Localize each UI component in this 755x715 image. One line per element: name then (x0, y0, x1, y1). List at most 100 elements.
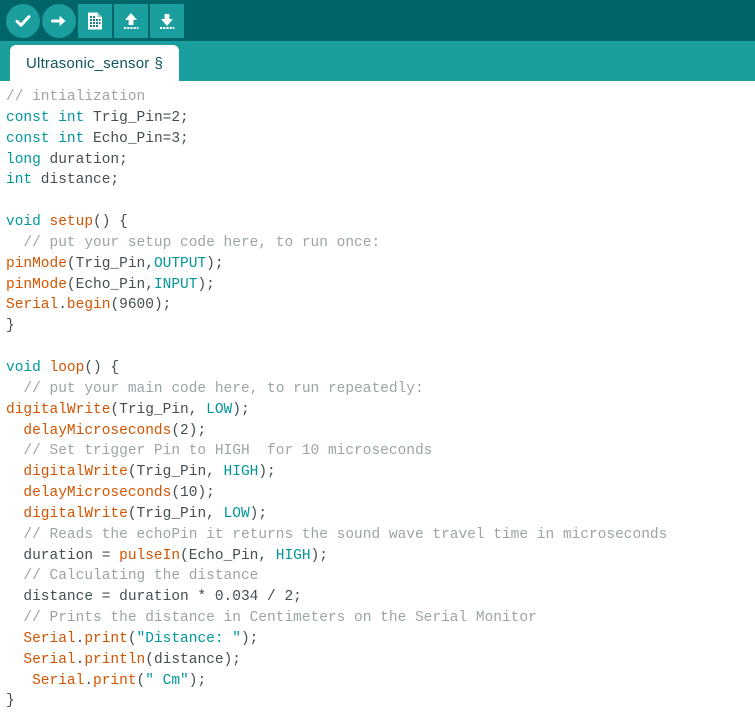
arrow-down-icon (156, 10, 178, 32)
code-token-keyword: void (6, 214, 50, 231)
code-token-fn: loop (49, 359, 85, 376)
code-token-keyword: " Cm" (145, 672, 189, 689)
code-token-comment: // put your main code here, to run repea… (6, 380, 424, 397)
code-line: pinMode(Trig_Pin,OUTPUT); (6, 254, 755, 275)
code-token-keyword: HIGH (275, 547, 311, 564)
code-token-fn: Serial (32, 672, 85, 689)
code-token-id: ); (232, 401, 250, 418)
code-token-id: } (6, 693, 15, 710)
code-token-comment: // Prints the distance in Centimeters on… (6, 610, 537, 627)
open-button[interactable] (114, 3, 148, 38)
code-token-id: } (6, 318, 15, 335)
code-token-id (6, 506, 23, 522)
tab-bar: Ultrasonic_sensor § (0, 41, 755, 81)
code-token-fn: println (84, 651, 146, 668)
new-button[interactable] (78, 3, 112, 38)
code-token-id: () { (84, 359, 120, 376)
code-line: // put your main code here, to run repea… (6, 379, 755, 400)
code-line: } (6, 691, 755, 712)
code-token-id: ( (127, 630, 137, 647)
code-token-keyword: INPUT (153, 276, 198, 293)
code-token-id: ); (258, 464, 276, 481)
code-token-id: (10); (171, 485, 215, 502)
code-token-id: (Trig_Pin, (66, 255, 154, 272)
code-token-id: . (58, 297, 67, 314)
code-token-id: (9600); (110, 297, 172, 314)
code-token-comment: // Reads the echoPin it returns the soun… (6, 526, 668, 543)
code-token-keyword: "Distance: " (136, 630, 241, 647)
code-token-id (6, 464, 23, 480)
code-token-fn: Serial (6, 297, 59, 314)
code-token-id: ); (310, 547, 328, 564)
code-line: void loop() { (6, 358, 755, 379)
code-token-keyword: LOW (206, 401, 233, 418)
tab-modified-marker: § (154, 54, 163, 72)
code-line: const int Echo_Pin=3; (6, 129, 755, 150)
code-token-keyword: HIGH (223, 464, 259, 481)
code-token-fn: pulseIn (119, 547, 181, 564)
code-line: Serial.println(distance); (6, 650, 755, 671)
verify-button[interactable] (6, 3, 40, 38)
code-line: duration = pulseIn(Echo_Pin, HIGH); (6, 546, 755, 567)
code-line: Serial.begin(9600); (6, 295, 755, 316)
code-token-id (6, 631, 23, 647)
arrow-right-circle-icon (48, 10, 70, 32)
code-line: // put your setup code here, to run once… (6, 233, 755, 254)
code-token-id (6, 423, 23, 439)
code-token-keyword: const int (6, 109, 85, 126)
code-token-id: (2); (171, 422, 207, 439)
code-token-id: . (84, 672, 94, 689)
code-token-fn: begin (66, 297, 111, 314)
code-line: delayMicroseconds(10); (6, 483, 755, 504)
code-line: delayMicroseconds(2); (6, 421, 755, 442)
code-token-id: Trig_Pin=2; (84, 109, 189, 126)
code-token-id: (Echo_Pin, (66, 276, 154, 293)
code-token-keyword: const int (6, 130, 85, 147)
code-line: digitalWrite(Trig_Pin, LOW); (6, 400, 755, 421)
new-document-icon (84, 10, 106, 32)
code-token-id: () { (93, 214, 128, 231)
upload-button[interactable] (42, 3, 76, 38)
code-line: Serial.print(" Cm"); (6, 671, 755, 692)
tab-label: Ultrasonic_sensor (26, 54, 150, 72)
code-token-fn: pinMode (6, 255, 67, 272)
tab-ultrasonic-sensor[interactable]: Ultrasonic_sensor § (10, 45, 179, 81)
code-line: digitalWrite(Trig_Pin, HIGH); (6, 462, 755, 483)
code-token-id: duration; (40, 151, 128, 168)
code-text[interactable]: // intialization const int Trig_Pin=2; con… (6, 87, 755, 712)
code-line: pinMode(Echo_Pin,INPUT); (6, 275, 755, 296)
code-token-comment: // intialization (6, 89, 146, 105)
code-token-id: ); (188, 672, 207, 689)
code-token-keyword: OUTPUT (153, 255, 207, 272)
code-token-comment: // Calculating the distance (6, 568, 259, 585)
code-line: distance = duration * 0.034 / 2; (6, 587, 755, 608)
code-token-keyword: int (6, 172, 33, 189)
code-token-fn: digitalWrite (23, 505, 128, 522)
code-line: // intialization (6, 87, 755, 108)
code-token-fn: print (93, 672, 137, 689)
code-token-id: (Trig_Pin, (127, 464, 224, 481)
code-line: digitalWrite(Trig_Pin, LOW); (6, 504, 755, 525)
code-line: // Reads the echoPin it returns the soun… (6, 525, 755, 546)
code-token-fn: delayMicroseconds (23, 422, 172, 439)
code-line: // Set trigger Pin to HIGH for 10 micros… (6, 441, 755, 462)
code-line: // Calculating the distance (6, 566, 755, 587)
code-token-id (6, 652, 23, 668)
code-token-id: (Echo_Pin, (180, 547, 276, 564)
code-token-id: ); (240, 630, 259, 647)
code-line: // Prints the distance in Centimeters on… (6, 608, 755, 629)
code-token-id: ); (249, 505, 268, 522)
code-token-id: Echo_Pin=3; (84, 130, 189, 147)
code-line: } (6, 316, 755, 337)
code-token-id (6, 673, 32, 689)
code-token-fn: setup (49, 214, 94, 231)
code-token-keyword: long (6, 151, 41, 168)
code-token-id: ( (136, 672, 146, 689)
code-token-id (6, 485, 23, 501)
code-line: int distance; (6, 170, 755, 191)
code-editor[interactable]: // intialization const int Trig_Pin=2; con… (0, 81, 755, 715)
save-button[interactable] (150, 3, 184, 38)
code-line: long duration; (6, 150, 755, 171)
code-token-keyword: LOW (223, 505, 250, 522)
